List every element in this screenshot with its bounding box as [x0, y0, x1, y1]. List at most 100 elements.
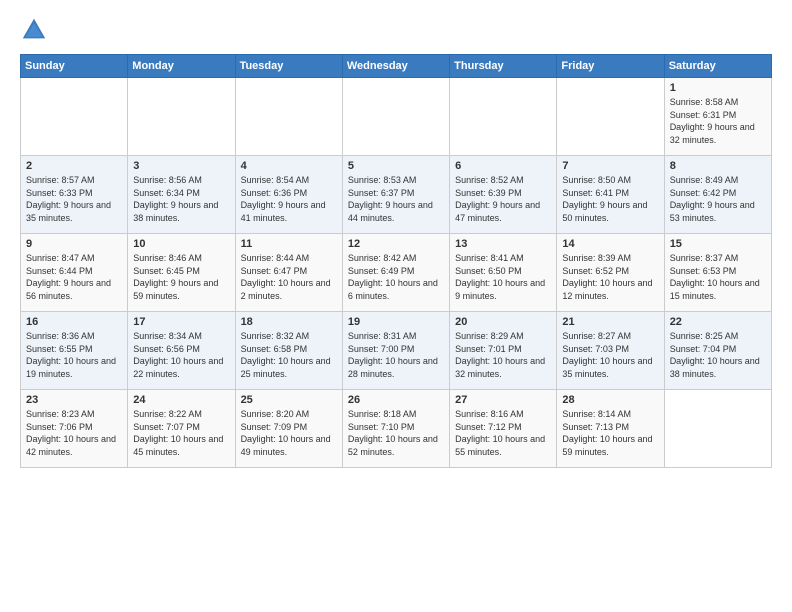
calendar-cell	[235, 78, 342, 156]
day-info: Sunrise: 8:42 AMSunset: 6:49 PMDaylight:…	[348, 252, 444, 302]
calendar-cell: 4 Sunrise: 8:54 AMSunset: 6:36 PMDaylight…	[235, 156, 342, 234]
day-info: Sunrise: 8:27 AMSunset: 7:03 PMDaylight:…	[562, 330, 658, 380]
calendar-cell: 13 Sunrise: 8:41 AMSunset: 6:50 PMDayligh…	[450, 234, 557, 312]
calendar-cell: 24 Sunrise: 8:22 AMSunset: 7:07 PMDayligh…	[128, 390, 235, 468]
day-info: Sunrise: 8:36 AMSunset: 6:55 PMDaylight:…	[26, 330, 122, 380]
day-info: Sunrise: 8:44 AMSunset: 6:47 PMDaylight:…	[241, 252, 337, 302]
day-number: 6	[455, 160, 551, 172]
calendar-cell: 27 Sunrise: 8:16 AMSunset: 7:12 PMDayligh…	[450, 390, 557, 468]
calendar-cell	[664, 390, 771, 468]
calendar-cell: 6 Sunrise: 8:52 AMSunset: 6:39 PMDaylight…	[450, 156, 557, 234]
calendar-cell: 9 Sunrise: 8:47 AMSunset: 6:44 PMDaylight…	[21, 234, 128, 312]
day-number: 14	[562, 238, 658, 250]
week-row-5: 23 Sunrise: 8:23 AMSunset: 7:06 PMDayligh…	[21, 390, 772, 468]
day-info: Sunrise: 8:56 AMSunset: 6:34 PMDaylight:…	[133, 174, 229, 224]
day-number: 9	[26, 238, 122, 250]
calendar-body: 1 Sunrise: 8:58 AMSunset: 6:31 PMDaylight…	[21, 78, 772, 468]
day-info: Sunrise: 8:22 AMSunset: 7:07 PMDaylight:…	[133, 408, 229, 458]
day-info: Sunrise: 8:54 AMSunset: 6:36 PMDaylight:…	[241, 174, 337, 224]
calendar-cell: 22 Sunrise: 8:25 AMSunset: 7:04 PMDayligh…	[664, 312, 771, 390]
day-number: 4	[241, 160, 337, 172]
calendar-cell: 12 Sunrise: 8:42 AMSunset: 6:49 PMDayligh…	[342, 234, 449, 312]
calendar-cell: 10 Sunrise: 8:46 AMSunset: 6:45 PMDayligh…	[128, 234, 235, 312]
calendar-cell: 20 Sunrise: 8:29 AMSunset: 7:01 PMDayligh…	[450, 312, 557, 390]
calendar-cell: 18Sunrise: 8:32 AMSunset: 6:58 PMDayligh…	[235, 312, 342, 390]
day-info: Sunrise: 8:58 AMSunset: 6:31 PMDaylight:…	[670, 96, 766, 146]
calendar-cell: 28 Sunrise: 8:14 AMSunset: 7:13 PMDayligh…	[557, 390, 664, 468]
calendar-cell	[450, 78, 557, 156]
calendar-cell: 23 Sunrise: 8:23 AMSunset: 7:06 PMDayligh…	[21, 390, 128, 468]
day-number: 20	[455, 316, 551, 328]
day-number: 25	[241, 394, 337, 406]
calendar-cell: 3 Sunrise: 8:56 AMSunset: 6:34 PMDaylight…	[128, 156, 235, 234]
day-number: 21	[562, 316, 658, 328]
weekday-header-wednesday: Wednesday	[342, 55, 449, 78]
day-info: Sunrise: 8:57 AMSunset: 6:33 PMDaylight:…	[26, 174, 122, 224]
day-number: 19	[348, 316, 444, 328]
day-number: 18	[241, 316, 337, 328]
day-info: Sunrise: 8:47 AMSunset: 6:44 PMDaylight:…	[26, 252, 122, 302]
calendar-cell: 21 Sunrise: 8:27 AMSunset: 7:03 PMDayligh…	[557, 312, 664, 390]
day-info: Sunrise: 8:52 AMSunset: 6:39 PMDaylight:…	[455, 174, 551, 224]
calendar-cell: 15 Sunrise: 8:37 AMSunset: 6:53 PMDayligh…	[664, 234, 771, 312]
day-number: 28	[562, 394, 658, 406]
day-number: 24	[133, 394, 229, 406]
calendar-cell	[342, 78, 449, 156]
weekday-header-friday: Friday	[557, 55, 664, 78]
logo	[20, 16, 52, 44]
calendar-cell: 17Sunrise: 8:34 AMSunset: 6:56 PMDayligh…	[128, 312, 235, 390]
page: SundayMondayTuesdayWednesdayThursdayFrid…	[0, 0, 792, 612]
calendar-header: SundayMondayTuesdayWednesdayThursdayFrid…	[21, 55, 772, 78]
weekday-row: SundayMondayTuesdayWednesdayThursdayFrid…	[21, 55, 772, 78]
week-row-2: 2 Sunrise: 8:57 AMSunset: 6:33 PMDaylight…	[21, 156, 772, 234]
day-number: 22	[670, 316, 766, 328]
calendar-cell: 14 Sunrise: 8:39 AMSunset: 6:52 PMDayligh…	[557, 234, 664, 312]
day-number: 11	[241, 238, 337, 250]
day-info: Sunrise: 8:41 AMSunset: 6:50 PMDaylight:…	[455, 252, 551, 302]
weekday-header-thursday: Thursday	[450, 55, 557, 78]
week-row-3: 9 Sunrise: 8:47 AMSunset: 6:44 PMDaylight…	[21, 234, 772, 312]
day-info: Sunrise: 8:16 AMSunset: 7:12 PMDaylight:…	[455, 408, 551, 458]
logo-icon	[20, 16, 48, 44]
day-number: 15	[670, 238, 766, 250]
day-number: 2	[26, 160, 122, 172]
day-info: Sunrise: 8:37 AMSunset: 6:53 PMDaylight:…	[670, 252, 766, 302]
day-number: 8	[670, 160, 766, 172]
day-number: 13	[455, 238, 551, 250]
header	[20, 16, 772, 44]
calendar-cell: 19 Sunrise: 8:31 AMSunset: 7:00 PMDayligh…	[342, 312, 449, 390]
day-number: 27	[455, 394, 551, 406]
day-info: Sunrise: 8:53 AMSunset: 6:37 PMDaylight:…	[348, 174, 444, 224]
weekday-header-saturday: Saturday	[664, 55, 771, 78]
calendar-cell: 1 Sunrise: 8:58 AMSunset: 6:31 PMDaylight…	[664, 78, 771, 156]
day-number: 23	[26, 394, 122, 406]
day-info: Sunrise: 8:50 AMSunset: 6:41 PMDaylight:…	[562, 174, 658, 224]
day-info: Sunrise: 8:49 AMSunset: 6:42 PMDaylight:…	[670, 174, 766, 224]
day-info: Sunrise: 8:31 AMSunset: 7:00 PMDaylight:…	[348, 330, 444, 380]
day-number: 16	[26, 316, 122, 328]
day-info: Sunrise: 8:25 AMSunset: 7:04 PMDaylight:…	[670, 330, 766, 380]
calendar-cell: 11 Sunrise: 8:44 AMSunset: 6:47 PMDayligh…	[235, 234, 342, 312]
calendar: SundayMondayTuesdayWednesdayThursdayFrid…	[20, 54, 772, 468]
day-info: Sunrise: 8:14 AMSunset: 7:13 PMDaylight:…	[562, 408, 658, 458]
calendar-cell: 25Sunrise: 8:20 AMSunset: 7:09 PMDayligh…	[235, 390, 342, 468]
day-info: Sunrise: 8:23 AMSunset: 7:06 PMDaylight:…	[26, 408, 122, 458]
day-info: Sunrise: 8:18 AMSunset: 7:10 PMDaylight:…	[348, 408, 444, 458]
day-number: 7	[562, 160, 658, 172]
day-info: Sunrise: 8:39 AMSunset: 6:52 PMDaylight:…	[562, 252, 658, 302]
calendar-cell: 16 Sunrise: 8:36 AMSunset: 6:55 PMDayligh…	[21, 312, 128, 390]
calendar-cell: 26Sunrise: 8:18 AMSunset: 7:10 PMDayligh…	[342, 390, 449, 468]
day-info: Sunrise: 8:46 AMSunset: 6:45 PMDaylight:…	[133, 252, 229, 302]
calendar-cell	[557, 78, 664, 156]
day-number: 1	[670, 82, 766, 94]
weekday-header-tuesday: Tuesday	[235, 55, 342, 78]
day-number: 12	[348, 238, 444, 250]
calendar-cell: 7 Sunrise: 8:50 AMSunset: 6:41 PMDaylight…	[557, 156, 664, 234]
day-info: Sunrise: 8:34 AMSunset: 6:56 PMDaylight:…	[133, 330, 229, 380]
day-number: 10	[133, 238, 229, 250]
day-number: 3	[133, 160, 229, 172]
calendar-cell: 2 Sunrise: 8:57 AMSunset: 6:33 PMDaylight…	[21, 156, 128, 234]
day-number: 5	[348, 160, 444, 172]
day-info: Sunrise: 8:29 AMSunset: 7:01 PMDaylight:…	[455, 330, 551, 380]
calendar-cell: 5 Sunrise: 8:53 AMSunset: 6:37 PMDaylight…	[342, 156, 449, 234]
